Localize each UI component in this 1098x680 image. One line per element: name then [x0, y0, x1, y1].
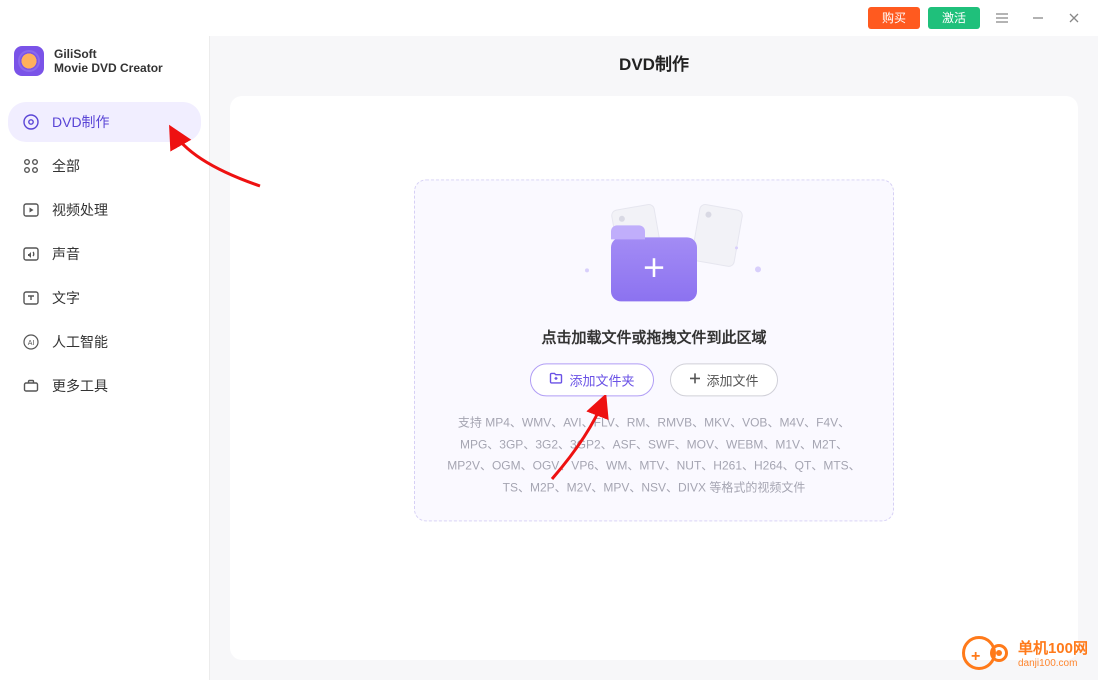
add-folder-button[interactable]: 添加文件夹 [530, 363, 653, 396]
sidebar: GiliSoft Movie DVD Creator DVD制作 全部 视频处理 [0, 36, 210, 680]
add-folder-label: 添加文件夹 [569, 370, 634, 389]
grid-icon [22, 157, 40, 175]
folder-plus-icon [549, 371, 563, 388]
minimize-icon[interactable] [1024, 4, 1052, 32]
sidebar-item-label: DVD制作 [52, 112, 110, 132]
close-icon[interactable] [1060, 4, 1088, 32]
sparkle-icon [585, 268, 589, 272]
file-ghost-icon [690, 203, 743, 268]
content-card: ＋ 点击加载文件或拖拽文件到此区域 添加文件夹 添加文件 [230, 96, 1078, 660]
add-file-label: 添加文件 [707, 370, 759, 389]
sidebar-item-label: 视频处理 [52, 200, 108, 220]
menu-icon[interactable] [988, 4, 1016, 32]
activate-button[interactable]: 激活 [928, 7, 980, 29]
text-icon [22, 289, 40, 307]
drop-title: 点击加载文件或拖拽文件到此区域 [435, 326, 873, 347]
sidebar-item-label: 文字 [52, 288, 80, 308]
sidebar-item-text[interactable]: 文字 [8, 278, 201, 318]
brand-line1: GiliSoft [54, 47, 163, 61]
watermark: + 单机100网 danji100.com [962, 636, 1088, 670]
sidebar-item-ai[interactable]: AI 人工智能 [8, 322, 201, 362]
drop-illustration: ＋ [435, 196, 873, 316]
sidebar-item-dvd[interactable]: DVD制作 [8, 102, 201, 142]
sidebar-item-label: 声音 [52, 244, 80, 264]
folder-icon: ＋ [611, 237, 697, 301]
app-logo-icon [14, 46, 44, 76]
watermark-url: danji100.com [1018, 658, 1088, 669]
brand: GiliSoft Movie DVD Creator [0, 42, 209, 94]
svg-text:AI: AI [28, 340, 35, 347]
dvd-disc-icon [22, 113, 40, 131]
sparkle-icon [735, 246, 738, 249]
sidebar-item-audio[interactable]: 声音 [8, 234, 201, 274]
sidebar-item-more[interactable]: 更多工具 [8, 366, 201, 406]
add-file-button[interactable]: 添加文件 [670, 363, 778, 396]
sidebar-item-all[interactable]: 全部 [8, 146, 201, 186]
main-area: DVD制作 ＋ 点击加载文件或拖拽文件到此区域 添加文件夹 [210, 36, 1098, 680]
toolbox-icon [22, 377, 40, 395]
drop-buttons: 添加文件夹 添加文件 [435, 363, 873, 396]
audio-icon [22, 245, 40, 263]
page-title: DVD制作 [210, 36, 1098, 95]
sidebar-item-label: 更多工具 [52, 376, 108, 396]
plus-icon: ＋ [642, 257, 666, 281]
sparkle-icon [755, 266, 761, 272]
buy-button[interactable]: 购买 [868, 7, 920, 29]
sidebar-item-label: 人工智能 [52, 332, 108, 352]
sidebar-item-label: 全部 [52, 156, 80, 176]
supported-formats: 支持 MP4、WMV、AVI、FLV、RM、RMVB、MKV、VOB、M4V、F… [435, 412, 873, 498]
plus-small-icon [689, 372, 701, 387]
watermark-title: 单机100网 [1018, 637, 1088, 658]
drop-zone[interactable]: ＋ 点击加载文件或拖拽文件到此区域 添加文件夹 添加文件 [414, 179, 894, 521]
watermark-dot-icon [990, 644, 1008, 662]
titlebar: 购买 激活 [0, 0, 1098, 36]
brand-line2: Movie DVD Creator [54, 61, 163, 75]
sidebar-item-video[interactable]: 视频处理 [8, 190, 201, 230]
play-box-icon [22, 201, 40, 219]
sidebar-nav: DVD制作 全部 视频处理 声音 文字 [0, 94, 209, 414]
ai-icon: AI [22, 333, 40, 351]
